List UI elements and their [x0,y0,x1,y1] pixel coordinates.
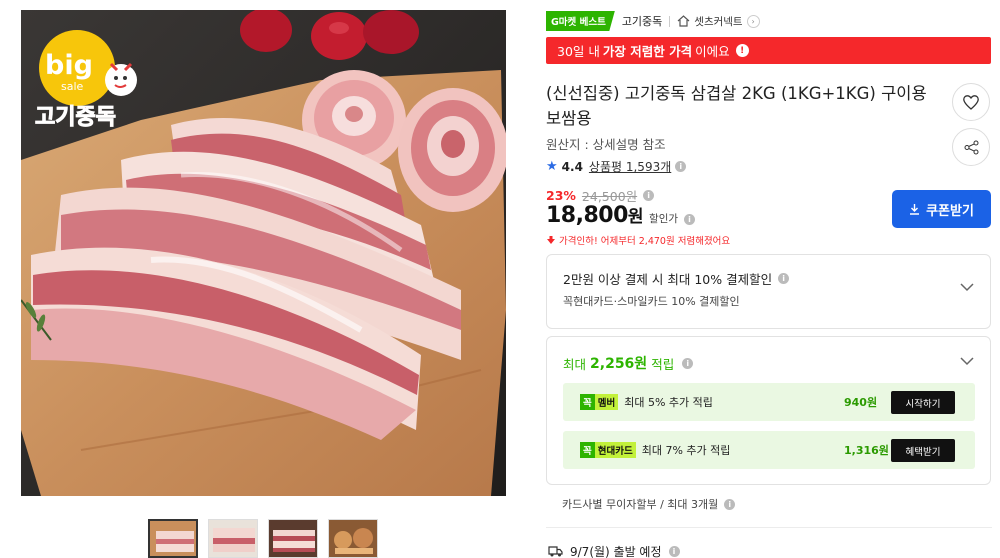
reward-value: 1,316원 [844,444,889,457]
start-membership-button[interactable]: 시작하기 [891,391,955,414]
reward-text: 최대 5% 추가 적립 [624,396,713,409]
origin-text: 원산지 : 상세설명 참조 [546,137,666,152]
home-icon [677,15,690,27]
price-row: 18,800원 할인가 i [546,202,696,228]
badge-part: 꼭 [580,394,595,410]
thumbnail-4[interactable] [328,519,378,558]
badge-part: 현대카드 [594,442,636,458]
hyundai-card-badge: 꼭 현대카드 [580,442,636,458]
member-badge: 꼭 멤버 [580,394,619,410]
shipping-text: 9/7(월) 출발 예정 [570,545,662,558]
logo-brand-text: 고기중독 [35,105,116,130]
store-connect-link[interactable]: 셋츠커넥트 › [677,14,760,29]
info-icon[interactable]: i [668,546,680,557]
logo-sale-text: sale [61,80,84,93]
rating-value: 4.4 [561,159,583,174]
logo-big-text: big [45,50,93,81]
card-discount-title-row: 2만원 이상 결제 시 최대 10% 결제할인 i [563,269,790,288]
discount-rate: 23% [546,188,576,203]
product-title: (신선집중) 고기중독 삼겹살 2KG (1KG+1KG) 구이용 보쌈용 [546,84,927,128]
product-main-image[interactable]: big sale 고기중독 [21,10,506,496]
share-button[interactable] [952,128,990,166]
star-icon: ★ [546,159,558,174]
price-drop-text: 가격인하! 어제부터 2,470원 저렴해졌어요 [559,236,731,247]
thumbnail-2[interactable] [208,519,258,558]
reward-text: 최대 7% 추가 적립 [641,444,731,457]
installment-text: 카드사별 무이자할부 / 최대 3개월 [562,498,719,511]
heart-icon [963,94,979,110]
get-benefit-button[interactable]: 혜택받기 [891,439,955,462]
points-box: 최대 2,256원 적립 i 꼭 멤버 최대 5% 추가 적립 940원 시작하기… [546,336,991,485]
chevron-down-icon[interactable] [960,357,974,366]
badge-row: G마켓 베스트 고기중독 셋츠커넥트 › [546,10,992,32]
connect-label: 셋츠커넥트 [694,15,743,28]
info-icon[interactable]: i [778,273,790,284]
sale-price-value: 18,800 [546,203,628,228]
coupon-download-button[interactable]: 쿠폰받기 [892,190,991,228]
reward-row-member: 꼭 멤버 최대 5% 추가 적립 940원 시작하기 [563,383,975,421]
banner-prefix: 30일 내 [557,44,600,59]
badge-part: 꼭 [580,442,595,458]
card-discount-subtitle: 꼭현대카드·스마일카드 10% 결제할인 [563,295,740,308]
thumbnail-1[interactable] [148,519,198,558]
banner-highlight: 가장 저렴한 가격 [602,44,693,59]
price-label: 할인가 [649,213,679,225]
divider [546,527,992,528]
gmarket-best-badge[interactable]: G마켓 베스트 [546,11,615,31]
price-drop-notice: 가격인하! 어제부터 2,470원 저렴해졌어요 [546,233,730,247]
review-count-link[interactable]: 상품평 1,593개 [589,158,671,175]
card-discount-box[interactable]: 2만원 이상 결제 시 최대 10% 결제할인 i 꼭현대카드·스마일카드 10… [546,254,991,329]
banner-suffix: 이에요 [695,44,730,59]
points-prefix: 최대 [563,356,587,372]
wishlist-button[interactable] [952,83,990,121]
points-amount: 2,256원 [590,356,648,372]
info-icon[interactable]: i [684,214,696,225]
truck-icon [548,546,563,557]
download-icon [910,204,920,215]
lowest-price-banner: 30일 내 가장 저렴한 가격 이에요 ! [546,37,991,64]
points-title-row: 최대 2,256원 적립 i [563,353,694,373]
rating-row: ★ 4.4 상품평 1,593개 i [546,158,687,175]
info-icon[interactable]: i [675,161,687,172]
product-info-panel: G마켓 베스트 고기중독 셋츠커넥트 › 30일 내 가장 저렴한 가격 이에요 … [546,10,992,558]
info-icon[interactable]: i [724,498,736,510]
info-icon[interactable]: i [682,357,694,369]
store-link[interactable]: 고기중독 [622,13,662,29]
chevron-right-icon: › [746,14,760,28]
sale-price: 18,800원 [546,202,644,228]
thumbnail-3[interactable] [268,519,318,558]
thumbnail-list [148,519,378,558]
divider [669,15,671,27]
installment-info: 카드사별 무이자할부 / 최대 3개월 i [562,496,736,512]
shipping-info: 9/7(월) 출발 예정 i [548,543,680,558]
info-icon[interactable]: ! [735,44,749,57]
price-unit: 원 [627,207,644,227]
down-arrow-icon [547,236,555,244]
reward-value: 940원 [844,396,878,409]
badge-part: 멤버 [594,394,619,410]
card-discount-title: 2만원 이상 결제 시 최대 10% 결제할인 [563,272,773,287]
brand-logo: big sale 고기중독 [31,24,149,132]
info-icon[interactable]: i [643,190,655,201]
share-icon [964,140,978,154]
points-suffix: 적립 [651,356,675,372]
chevron-down-icon[interactable] [960,283,974,292]
reward-row-hyundai-card: 꼭 현대카드 최대 7% 추가 적립 1,316원 혜택받기 [563,431,975,469]
coupon-label: 쿠폰받기 [926,203,974,219]
